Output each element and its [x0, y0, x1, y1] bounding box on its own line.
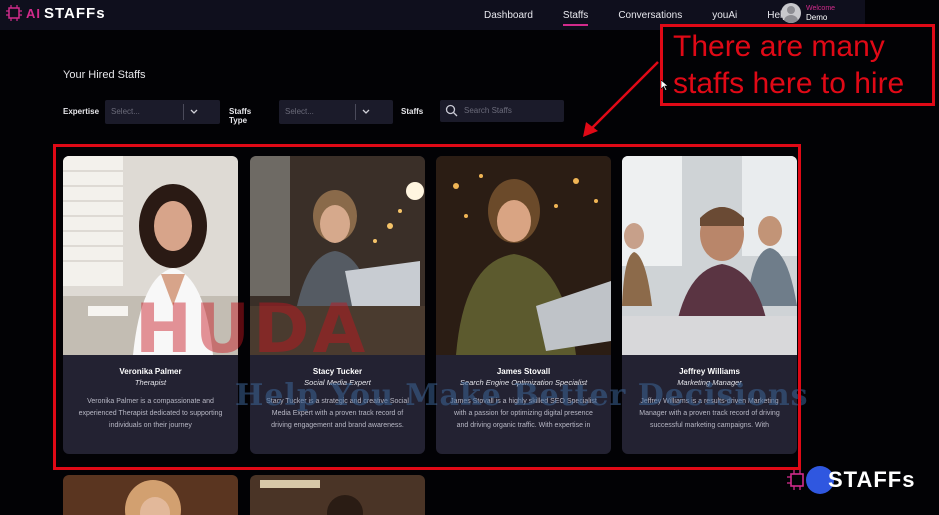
corner-logo: STAFFs: [786, 462, 939, 498]
chip-icon: [787, 470, 804, 490]
user-name: Demo: [806, 13, 828, 22]
staffs-type-label: Staffs Type: [229, 107, 252, 125]
cursor-icon: [661, 80, 669, 91]
staff-photo: [250, 475, 425, 515]
search-input[interactable]: Search Staffs: [440, 100, 564, 122]
search-placeholder: Search Staffs: [464, 106, 512, 115]
staffs-type-select[interactable]: Select...: [279, 100, 393, 124]
page-title: Your Hired Staffs: [63, 69, 146, 81]
expertise-label: Expertise: [63, 107, 100, 116]
logo-prefix: AI: [26, 5, 41, 21]
highlight-box: [53, 144, 801, 470]
staffs-type-placeholder: Select...: [285, 107, 314, 116]
expertise-placeholder: Select...: [111, 107, 140, 116]
chevron-down-icon[interactable]: [187, 104, 201, 120]
expertise-select[interactable]: Select...: [105, 100, 220, 124]
search-icon: [445, 104, 458, 117]
corner-logo-text: STAFFs: [828, 467, 916, 492]
staffs-label: Staffs: [401, 107, 424, 116]
chip-icon: [6, 5, 22, 21]
annotation-callout: There are many staffs here to hire: [660, 24, 935, 106]
nav-dashboard[interactable]: Dashboard: [484, 10, 533, 21]
logo-text: STAFFs: [44, 4, 106, 22]
staff-card-partial[interactable]: [250, 475, 425, 515]
welcome-text: Welcome: [806, 5, 836, 12]
nav-staffs[interactable]: Staffs: [562, 10, 589, 26]
chevron-down-icon[interactable]: [359, 104, 373, 120]
staff-card-partial[interactable]: [63, 475, 238, 515]
staff-photo: [63, 475, 238, 515]
nav-youai[interactable]: youAi: [712, 10, 737, 21]
nav-conversations[interactable]: Conversations: [618, 10, 682, 21]
user-menu[interactable]: Welcome Demo: [781, 3, 835, 23]
avatar[interactable]: [781, 3, 801, 23]
app-logo[interactable]: AI STAFFs: [5, 4, 106, 22]
